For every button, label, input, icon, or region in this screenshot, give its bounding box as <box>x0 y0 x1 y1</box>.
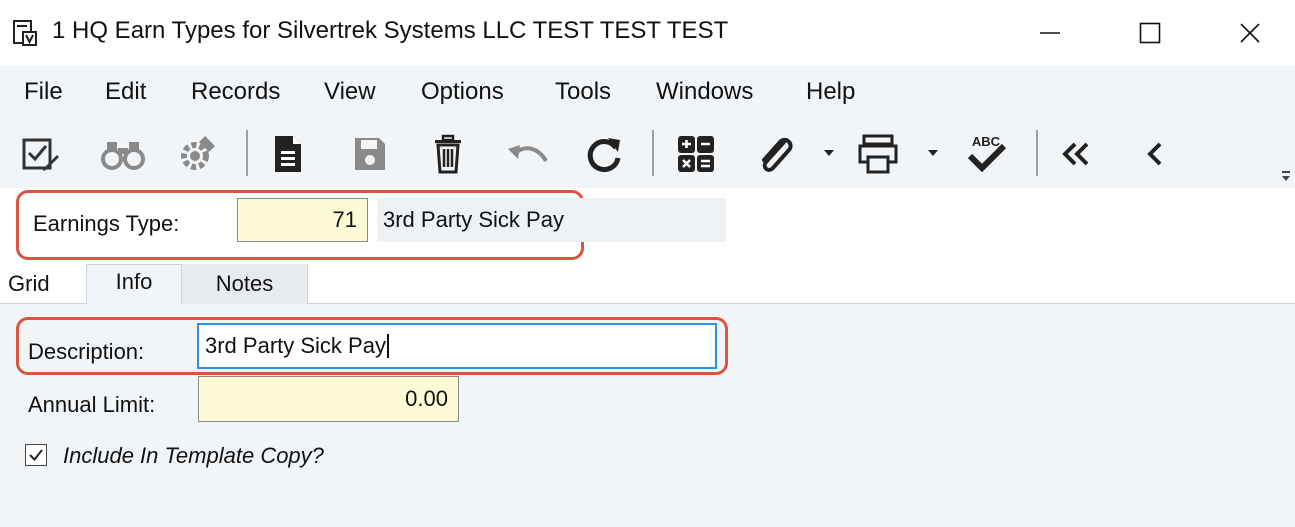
first-record-button[interactable] <box>1058 128 1094 180</box>
toolbar-separator <box>652 130 654 176</box>
close-button[interactable] <box>1205 0 1295 66</box>
spellcheck-text: ABC <box>972 134 1001 149</box>
print-button[interactable] <box>856 128 900 180</box>
tab-grid[interactable]: Grid <box>0 264 60 304</box>
attachment-dropdown-icon[interactable] <box>824 150 834 156</box>
toolbar: ABC <box>0 120 1295 188</box>
settings-gear-icon <box>181 136 215 170</box>
settings-button[interactable] <box>172 128 222 180</box>
print-icon <box>858 134 898 174</box>
attachment-icon <box>762 137 793 172</box>
refresh-icon <box>587 138 621 173</box>
earnings-type-label: Earnings Type: <box>33 211 180 236</box>
menu-view[interactable]: View <box>324 78 376 106</box>
maximize-button[interactable] <box>1105 0 1195 66</box>
description-input[interactable]: 3rd Party Sick Pay <box>197 323 717 369</box>
delete-button[interactable] <box>428 128 468 180</box>
undo-button[interactable] <box>504 128 552 180</box>
checklist-edit-icon <box>22 138 59 171</box>
undo-icon <box>508 145 548 163</box>
report-icon <box>12 19 38 47</box>
delete-icon <box>435 134 461 174</box>
toolbar-separator <box>246 130 248 176</box>
new-record-button[interactable] <box>268 128 308 180</box>
calculator-button[interactable] <box>674 128 718 180</box>
annual-limit-label: Annual Limit: <box>28 392 156 417</box>
checklist-edit-button[interactable] <box>18 128 62 180</box>
earnings-type-input[interactable]: 71 <box>237 198 368 242</box>
print-dropdown-icon[interactable] <box>928 150 938 156</box>
refresh-button[interactable] <box>582 128 626 180</box>
find-button[interactable] <box>98 128 148 180</box>
annual-limit-input[interactable]: 0.00 <box>198 376 459 422</box>
attachment-button[interactable] <box>752 128 796 180</box>
spellcheck-button[interactable]: ABC <box>962 128 1010 180</box>
include-template-checkbox[interactable] <box>25 444 47 466</box>
menu-tools[interactable]: Tools <box>555 78 611 106</box>
tab-info[interactable]: Info <box>86 264 182 305</box>
previous-record-icon <box>1147 142 1162 166</box>
spellcheck-icon: ABC <box>967 134 1007 173</box>
calculator-icon <box>678 136 714 172</box>
previous-record-button[interactable] <box>1140 128 1170 180</box>
earnings-type-description: 3rd Party Sick Pay <box>377 198 726 242</box>
menu-bar: File Edit Records View Options Tools Win… <box>0 66 1295 120</box>
save-button[interactable] <box>350 128 390 180</box>
toolbar-separator <box>1036 130 1038 176</box>
title-bar: 1 HQ Earn Types for Silvertrek Systems L… <box>0 0 1295 66</box>
menu-edit[interactable]: Edit <box>105 78 146 106</box>
menu-options[interactable]: Options <box>421 78 504 106</box>
menu-file[interactable]: File <box>24 78 63 106</box>
close-icon <box>1240 23 1260 43</box>
tab-strip: Grid Info Notes <box>0 264 1295 305</box>
description-label: Description: <box>28 339 145 364</box>
text-caret <box>386 334 389 358</box>
menu-help[interactable]: Help <box>806 78 855 106</box>
window-title: 1 HQ Earn Types for Silvertrek Systems L… <box>52 17 729 44</box>
menu-windows[interactable]: Windows <box>656 78 753 106</box>
checkmark-icon <box>29 449 43 462</box>
first-record-icon <box>1062 142 1089 166</box>
new-document-icon <box>275 136 301 172</box>
minimize-icon <box>1040 32 1060 34</box>
maximize-icon <box>1139 22 1161 44</box>
minimize-button[interactable] <box>1005 0 1095 66</box>
menu-records[interactable]: Records <box>191 78 280 106</box>
binoculars-icon <box>101 142 145 170</box>
tab-notes[interactable]: Notes <box>182 264 308 304</box>
save-icon <box>355 138 385 170</box>
include-template-label: Include In Template Copy? <box>63 443 324 468</box>
toolbar-overflow-icon[interactable] <box>1280 170 1292 184</box>
description-value: 3rd Party Sick Pay <box>205 333 386 358</box>
